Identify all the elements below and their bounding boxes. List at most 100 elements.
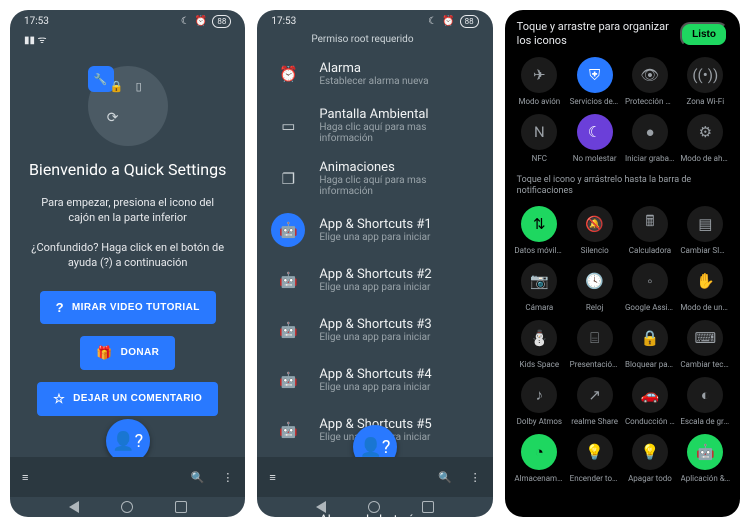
system-nav xyxy=(10,497,245,517)
row-title: Animaciones xyxy=(319,160,478,175)
tile-icon: 💡 xyxy=(632,434,668,470)
video-tutorial-button[interactable]: ? MIRAR VIDEO TUTORIAL xyxy=(40,291,216,324)
tile-icon: ((•)) xyxy=(687,57,723,93)
qs-tile[interactable]: ✈Modo avión xyxy=(513,57,566,106)
tile-label: Cambiar SIM de datos xyxy=(680,246,730,255)
status-bar-2: ▮▮ ᯤ xyxy=(10,32,245,46)
qs-tile[interactable]: ◐Escala de grises xyxy=(679,377,732,426)
search-icon[interactable]: 🔍 xyxy=(438,471,452,484)
qs-tile[interactable]: ♪ Dolby Atmos xyxy=(513,377,566,426)
more-icon[interactable]: ⋮ xyxy=(470,471,481,484)
qs-active-row-1: ✈Modo avión⛨Servicios de ubicación👁Prote… xyxy=(505,55,740,112)
qs-tile[interactable]: 👁Protección nocturna xyxy=(623,57,676,106)
qs-tile[interactable]: 💡Encender todo xyxy=(568,434,621,483)
qs-tile[interactable]: 🤖Aplicación &… xyxy=(679,434,732,483)
nav-recent[interactable] xyxy=(422,501,434,513)
list-item[interactable]: 🤖App & Shortcuts #1Elige una app para in… xyxy=(263,205,486,255)
sync-icon: ⟳ xyxy=(106,110,120,124)
row-icon: 🤖 xyxy=(271,413,305,447)
list-item[interactable]: ⏰AlarmaEstablecer alarma nueva xyxy=(263,49,486,99)
qs-tile[interactable]: ⇅ Datos móviles xyxy=(513,206,566,255)
qs-tile[interactable]: ✋Modo de una mano xyxy=(679,263,732,312)
nav-recent[interactable] xyxy=(175,501,187,513)
qs-tile[interactable]: ▤Cambiar SIM de datos xyxy=(679,206,732,255)
status-right: ☾ ⏰ 88 xyxy=(181,15,231,28)
tile-label: NFC xyxy=(532,154,547,163)
tile-label: Iniciar grabación de… xyxy=(625,154,675,163)
qs-tile[interactable]: 📷Cámara xyxy=(513,263,566,312)
nav-home[interactable] xyxy=(121,501,133,513)
screen-settings-list: 17:53 ☾ ⏰ 88 Permiso root requerido ⏰Ala… xyxy=(257,10,492,517)
qs-tile[interactable]: NNFC xyxy=(513,114,566,163)
tile-icon: ✈ xyxy=(521,57,557,93)
tile-label: Aplicación &… xyxy=(681,474,731,483)
qs-tile[interactable]: ◦Google Assistant xyxy=(623,263,676,312)
tile-label: Datos móviles xyxy=(514,246,564,255)
menu-icon[interactable]: ≡ xyxy=(269,471,275,484)
tile-label: Reloj xyxy=(586,303,604,312)
qs-tile[interactable]: ⛨Servicios de ubicación xyxy=(568,57,621,106)
row-icon: 🤖 xyxy=(271,363,305,397)
qs-tile[interactable]: 🔕Silencio xyxy=(568,206,621,255)
bottom-toolbar: ≡ 🔍 ⋮ xyxy=(10,457,245,497)
row-subtitle: Haga clic aquí para mas información xyxy=(319,175,478,197)
list-item[interactable]: ❐ AnimacionesHaga clic aquí para mas info… xyxy=(263,152,486,205)
qs-tile[interactable]: ◔Almacenamien… xyxy=(513,434,566,483)
qs-tile[interactable]: ((•))Zona Wi-Fi xyxy=(679,57,732,106)
tile-label: Dolby Atmos xyxy=(517,417,562,426)
tile-label: Conducción inteligente xyxy=(625,417,675,426)
qs-tile[interactable]: ⌨ Cambiar teclado xyxy=(679,320,732,369)
nav-back[interactable] xyxy=(316,501,326,513)
tile-label: Cambiar teclado xyxy=(680,360,730,369)
lock-icon: 🔒 xyxy=(110,80,124,94)
list-item[interactable]: 🤖App & Shortcuts #3Elige una app para in… xyxy=(263,305,486,355)
status-time: 17:53 xyxy=(271,16,296,27)
qs-tile[interactable]: ⛄Kids Space xyxy=(513,320,566,369)
tile-icon: 👁 xyxy=(632,57,668,93)
row-icon: ❐ xyxy=(271,162,305,196)
tile-icon: ● xyxy=(632,114,668,150)
tile-label: Silencio xyxy=(581,246,609,255)
search-icon[interactable]: 🔍 xyxy=(191,471,205,484)
more-icon[interactable]: ⋮ xyxy=(222,471,233,484)
row-subtitle: Haga clic aquí para mas información xyxy=(319,122,478,144)
qs-tile[interactable]: ⚙Modo de ahorro de en… xyxy=(679,114,732,163)
nav-back[interactable] xyxy=(69,501,79,513)
qs-tile[interactable]: ⌸Presentación en pantalla xyxy=(568,320,621,369)
menu-icon[interactable]: ≡ xyxy=(22,471,28,484)
list-item[interactable]: ▭Pantalla AmbientalHaga clic aquí para m… xyxy=(263,99,486,152)
system-nav xyxy=(257,497,492,517)
status-bar: 17:53 ☾ ⏰ 88 xyxy=(257,10,492,32)
nav-home[interactable] xyxy=(368,501,380,513)
tile-icon: 🔒 xyxy=(632,320,668,356)
qs-tile[interactable]: 🚗Conducción inteligente xyxy=(623,377,676,426)
qs-tile[interactable]: 🔒Bloquear pantalla xyxy=(623,320,676,369)
row-icon: ▭ xyxy=(271,109,305,143)
qs-active-row-2: NNFC☾No molestar ● Iniciar grabación de… ⚙M… xyxy=(505,112,740,169)
gift-icon: 🎁 xyxy=(96,345,113,361)
welcome-panel: 🔒 ▯ ⟳ 🔧 Bienvenido a Quick Settings Para… xyxy=(10,46,245,422)
qs-grid-row-7: ◔Almacenamien…💡Encender todo💡Apagar todo… xyxy=(505,432,740,489)
qs-header-text: Toque y arrastre para organizar los icon… xyxy=(517,20,680,49)
qs-tile[interactable]: ↗realme Share xyxy=(568,377,621,426)
row-subtitle: Elige una app para iniciar xyxy=(319,282,431,293)
qs-tile[interactable]: ● Iniciar grabación de… xyxy=(623,114,676,163)
done-button[interactable]: Listo xyxy=(680,22,728,47)
qs-tile[interactable]: 🖩Calculadora xyxy=(623,206,676,255)
list-item[interactable]: 🤖App & Shortcuts #4Elige una app para in… xyxy=(263,355,486,405)
tile-icon: ◦ xyxy=(632,263,668,299)
tile-icon: ✋ xyxy=(687,263,723,299)
tile-label: Escala de grises xyxy=(680,417,730,426)
tile-icon: ⛄ xyxy=(521,320,557,356)
tile-icon: ♪ xyxy=(521,377,557,413)
qs-tile[interactable]: 🕓Reloj xyxy=(568,263,621,312)
list-item[interactable]: 🤖App & Shortcuts #2Elige una app para in… xyxy=(263,255,486,305)
review-button[interactable]: ☆ DEJAR UN COMENTARIO xyxy=(37,382,218,416)
status-time: 17:53 xyxy=(24,16,49,27)
tile-icon: ⌨ xyxy=(687,320,723,356)
qs-tile[interactable]: ☾No molestar xyxy=(568,114,621,163)
screen-welcome: 17:53 ☾ ⏰ 88 ▮▮ ᯤ 🔒 ▯ ⟳ 🔧 Bienvenido a Q… xyxy=(10,10,245,517)
tile-icon: ⇅ xyxy=(521,206,557,242)
qs-tile[interactable]: 💡Apagar todo xyxy=(623,434,676,483)
donate-button[interactable]: 🎁 DONAR xyxy=(80,336,175,370)
